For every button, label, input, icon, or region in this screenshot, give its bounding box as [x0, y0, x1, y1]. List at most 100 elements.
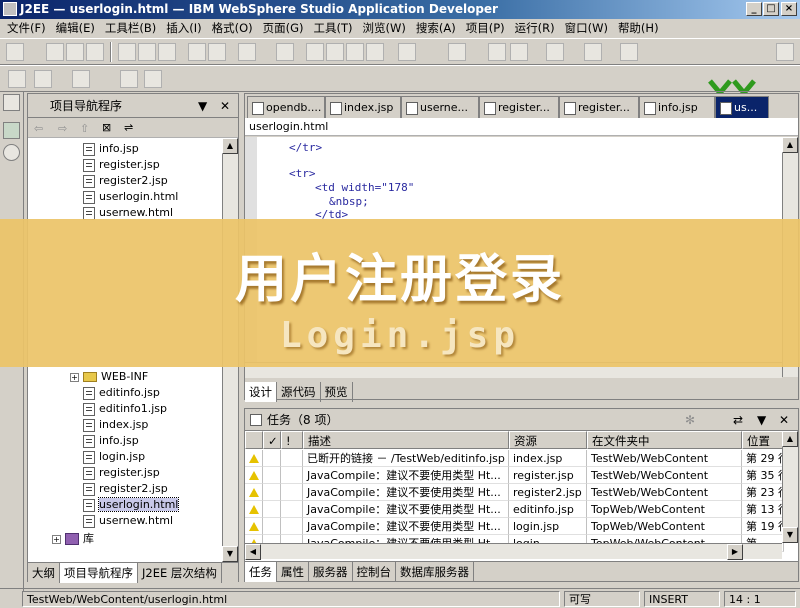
editor-tab[interactable]: userne... — [401, 96, 479, 118]
close-button[interactable]: × — [781, 2, 797, 16]
col-priority[interactable]: ! — [281, 431, 303, 449]
menu-search[interactable]: 搜索(A) — [411, 19, 461, 38]
col-type[interactable] — [245, 431, 263, 449]
editor-tab[interactable]: register... — [479, 96, 559, 118]
menu-edit[interactable]: 编辑(E) — [51, 19, 100, 38]
profile-icon[interactable] — [620, 43, 638, 61]
page-icon[interactable] — [448, 43, 466, 61]
tab-db-servers[interactable]: 数据库服务器 — [396, 561, 474, 582]
menu-tools[interactable]: 工具(T) — [309, 19, 358, 38]
redo-icon[interactable] — [208, 43, 226, 61]
tree-item[interactable]: register2.jsp — [83, 481, 168, 497]
tree-item[interactable]: register.jsp — [83, 157, 160, 173]
scroll-up-button[interactable]: ▲ — [782, 431, 798, 447]
menu-help[interactable]: 帮助(H) — [613, 19, 664, 38]
col-description[interactable]: 描述 — [303, 431, 509, 449]
view-menu-icon[interactable]: ▼ — [198, 94, 207, 118]
maximize-button[interactable]: □ — [763, 2, 779, 16]
tab-j2ee-hierarchy[interactable]: J2EE 层次结构 — [138, 562, 222, 583]
col-folder[interactable]: 在文件夹中 — [587, 431, 742, 449]
editor-tab[interactable]: register... — [559, 96, 639, 118]
tree-item[interactable]: register2.jsp — [83, 173, 168, 189]
debug-icon[interactable] — [546, 43, 564, 61]
col-done[interactable]: ✓ — [263, 431, 281, 449]
editor-tab-active[interactable]: us... — [715, 96, 769, 118]
tree-item-selected[interactable]: userlogin.html — [83, 497, 180, 513]
tree-item[interactable]: usernew.html — [83, 513, 173, 529]
tasks-scrollbar[interactable]: ▲ ▼ — [782, 431, 798, 543]
link-icon[interactable] — [346, 43, 364, 61]
print-icon[interactable] — [86, 43, 104, 61]
cut-icon[interactable] — [118, 43, 136, 61]
menu-browse[interactable]: 浏览(W) — [358, 19, 411, 38]
pin-icon[interactable] — [776, 43, 794, 61]
col-location[interactable]: 位置 — [742, 431, 784, 449]
close-view-icon[interactable]: ✕ — [779, 409, 789, 431]
menu-window[interactable]: 窗口(W) — [560, 19, 613, 38]
web-perspective-icon[interactable] — [3, 144, 20, 161]
editor-tab[interactable]: index.jsp — [325, 96, 401, 118]
tree-folder-webinf[interactable]: + WEB-INF — [70, 369, 148, 385]
tree-item[interactable]: userlogin.html — [83, 189, 178, 205]
menu-format[interactable]: 格式(O) — [207, 19, 258, 38]
close-view-icon[interactable]: ✕ — [220, 94, 230, 118]
tree-item[interactable]: register.jsp — [83, 465, 160, 481]
back-arrow-icon[interactable]: ⇦ — [34, 122, 43, 135]
up-icon[interactable]: ⇧ — [80, 122, 89, 135]
scroll-down-button[interactable]: ▼ — [782, 527, 798, 543]
editor-tab[interactable]: opendb.... — [247, 96, 325, 118]
tab-navigator[interactable]: 项目导航程序 — [60, 562, 138, 583]
tree-folder-lib[interactable]: + 库 — [52, 531, 94, 547]
j2ee-perspective-icon[interactable] — [3, 122, 20, 139]
editor-tab[interactable]: info.jsp — [639, 96, 715, 118]
scroll-left-button[interactable]: ◀ — [245, 544, 261, 560]
save-all-icon[interactable] — [66, 43, 84, 61]
forward-arrow-icon[interactable]: ⇨ — [58, 122, 67, 135]
menu-project[interactable]: 项目(P) — [461, 19, 510, 38]
open-perspective-icon[interactable] — [488, 43, 506, 61]
scroll-up-button[interactable]: ▲ — [222, 138, 238, 154]
next-annotation-icon[interactable] — [120, 70, 138, 88]
tree-item[interactable]: editinfo.jsp — [83, 385, 160, 401]
collapse-all-icon[interactable]: ⊠ — [102, 121, 111, 134]
tab-preview[interactable]: 预览 — [321, 382, 353, 402]
expand-icon[interactable]: + — [70, 373, 79, 382]
tree-item[interactable]: login.jsp — [83, 449, 145, 465]
tab-source[interactable]: 源代码 — [277, 382, 321, 402]
format-icon[interactable] — [238, 43, 256, 61]
menu-insert[interactable]: 插入(I) — [161, 19, 206, 38]
server-icon[interactable] — [510, 43, 528, 61]
link-editor-icon[interactable]: ⇌ — [124, 121, 133, 134]
view-menu-icon[interactable]: ▼ — [757, 409, 766, 431]
scroll-up-button[interactable]: ▲ — [782, 137, 798, 153]
forward-icon[interactable] — [72, 70, 90, 88]
menu-page[interactable]: 页面(G) — [258, 19, 309, 38]
tree-item[interactable]: editinfo1.jsp — [83, 401, 167, 417]
run-icon[interactable] — [584, 43, 602, 61]
prev-annotation-icon[interactable] — [144, 70, 162, 88]
table-icon[interactable] — [276, 43, 294, 61]
perspective-open-icon[interactable] — [3, 94, 20, 111]
tab-properties[interactable]: 属性 — [277, 561, 309, 582]
filter-icon[interactable]: ✻ — [685, 409, 695, 431]
tab-outline[interactable]: 大纲 — [28, 562, 60, 583]
tab-tasks[interactable]: 任务 — [245, 561, 277, 582]
undo-icon[interactable] — [188, 43, 206, 61]
copy-icon[interactable] — [138, 43, 156, 61]
back-icon[interactable] — [34, 70, 52, 88]
image-icon[interactable] — [326, 43, 344, 61]
frame-icon[interactable] — [306, 43, 324, 61]
tree-item[interactable]: index.jsp — [83, 417, 148, 433]
col-resource[interactable]: 资源 — [509, 431, 587, 449]
last-edit-icon[interactable] — [8, 70, 26, 88]
run-server-icon[interactable] — [398, 43, 416, 61]
tree-item[interactable]: info.jsp — [83, 433, 139, 449]
expand-icon[interactable]: + — [52, 535, 61, 544]
new-icon[interactable] — [6, 43, 24, 61]
menu-run[interactable]: 运行(R) — [510, 19, 560, 38]
minimize-button[interactable]: _ — [746, 2, 762, 16]
tree-item[interactable]: info.jsp — [83, 141, 139, 157]
scroll-right-button[interactable]: ▶ — [727, 544, 743, 560]
menu-toolbar[interactable]: 工具栏(B) — [100, 19, 161, 38]
tab-console[interactable]: 控制台 — [353, 561, 396, 582]
